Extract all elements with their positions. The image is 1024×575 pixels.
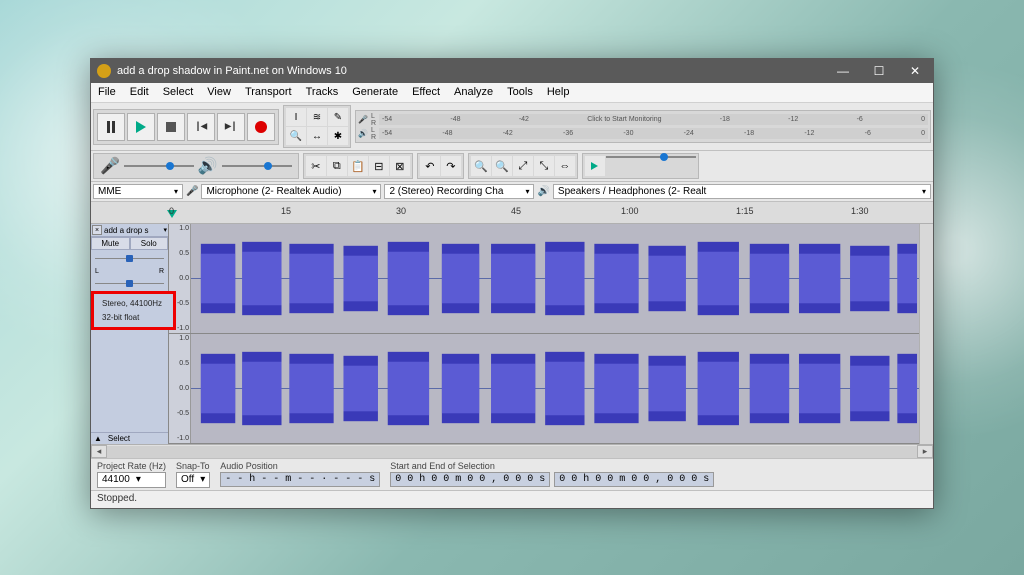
stop-button[interactable] — [157, 113, 185, 141]
mic-icon: 🎤 — [358, 115, 368, 124]
track-format-info-highlighted: Stereo, 44100Hz 32-bit float — [91, 291, 176, 330]
menu-transport[interactable]: Transport — [238, 83, 299, 102]
waveform-canvas-left[interactable] — [191, 224, 919, 333]
undo-button[interactable]: ↶ — [420, 156, 440, 176]
menu-analyze[interactable]: Analyze — [447, 83, 500, 102]
trim-button[interactable]: ⊟ — [369, 156, 389, 176]
horizontal-scrollbar[interactable] — [91, 444, 933, 458]
mic-icon: 🎤 — [186, 186, 198, 197]
close-button[interactable]: ✕ — [897, 59, 933, 83]
record-button[interactable] — [247, 113, 275, 141]
gain-slider[interactable] — [95, 253, 164, 265]
zoom-tool[interactable]: 🔍 — [286, 127, 306, 145]
recording-meter[interactable]: 🎤 LR -54-48-42 Click to Start Monitoring… — [355, 110, 931, 143]
playback-meter[interactable]: -54-48-42-36-30-24-18-12-60 — [379, 128, 928, 139]
bit-depth-label: 32-bit float — [100, 311, 167, 325]
audio-host-select[interactable]: MME — [93, 184, 183, 199]
status-text: Stopped. — [97, 493, 137, 504]
fit-project-button[interactable]: ⤡ — [534, 156, 554, 176]
menu-help[interactable]: Help — [540, 83, 577, 102]
multi-tool[interactable]: ✱ — [328, 127, 348, 145]
menu-edit[interactable]: Edit — [123, 83, 156, 102]
menu-view[interactable]: View — [200, 83, 238, 102]
status-bar: Stopped. — [91, 490, 933, 508]
vertical-scrollbar[interactable] — [919, 224, 933, 444]
menu-tracks[interactable]: Tracks — [299, 83, 346, 102]
collapse-button[interactable]: ▲ — [91, 433, 105, 444]
menu-generate[interactable]: Generate — [345, 83, 405, 102]
transport-toolbar-row: |◀ ▶| I ≋ ✎ 🔍 ↔ ✱ 🎤 LR -54-48-42 Click t… — [91, 103, 933, 151]
zoom-out-button[interactable]: 🔍 — [492, 156, 512, 176]
silence-button[interactable]: ⊠ — [390, 156, 410, 176]
edit-toolbar: ✂ ⧉ 📋 ⊟ ⊠ — [303, 153, 413, 179]
tools-palette: I ≋ ✎ 🔍 ↔ ✱ — [283, 105, 351, 148]
menubar: File Edit Select View Transport Tracks G… — [91, 83, 933, 103]
mute-button[interactable]: Mute — [91, 237, 130, 250]
speaker-icon: 🔊 — [198, 156, 218, 176]
menu-file[interactable]: File — [91, 83, 123, 102]
playback-device-select[interactable]: Speakers / Headphones (2- Realt — [553, 184, 931, 199]
track-control-panel: × add a drop s ▾ Mute Solo LR Stereo, 44… — [91, 224, 169, 444]
menu-effect[interactable]: Effect — [405, 83, 447, 102]
selection-toolbar: Project Rate (Hz) 44100 ▾ Snap-To Off ▾ … — [91, 458, 933, 490]
recording-channels-select[interactable]: 2 (Stereo) Recording Cha — [384, 184, 534, 199]
speaker-icon: 🔊 — [537, 186, 549, 197]
selection-tool[interactable]: I — [286, 108, 306, 126]
project-rate-label: Project Rate (Hz) — [97, 461, 166, 471]
audio-position-label: Audio Position — [220, 461, 380, 471]
app-window: add a drop shadow in Paint.net on Window… — [90, 58, 934, 509]
titlebar[interactable]: add a drop shadow in Paint.net on Window… — [91, 59, 933, 83]
solo-button[interactable]: Solo — [130, 237, 169, 250]
mixer-toolbar-row: 🎤 🔊 ✂ ⧉ 📋 ⊟ ⊠ ↶ ↷ 🔍 🔍 ⤢ ⤡ ⇔ — [91, 151, 933, 182]
play-at-speed-button[interactable] — [585, 156, 605, 176]
select-track-button[interactable]: Select — [105, 433, 133, 444]
window-title: add a drop shadow in Paint.net on Window… — [117, 65, 347, 77]
maximize-button[interactable]: ☐ — [861, 59, 897, 83]
skip-end-button[interactable]: ▶| — [217, 113, 245, 141]
paste-button[interactable]: 📋 — [348, 156, 368, 176]
zoom-in-button[interactable]: 🔍 — [471, 156, 491, 176]
menu-tools[interactable]: Tools — [500, 83, 540, 102]
draw-tool[interactable]: ✎ — [328, 108, 348, 126]
fit-selection-button[interactable]: ⤢ — [513, 156, 533, 176]
sample-rate-label: Stereo, 44100Hz — [100, 297, 167, 311]
selection-end-input[interactable]: 0 0 h 0 0 m 0 0 , 0 0 0 s — [554, 472, 714, 487]
pause-button[interactable] — [97, 113, 125, 141]
device-toolbar: MME 🎤 Microphone (2- Realtek Audio) 2 (S… — [91, 182, 933, 202]
play-button[interactable] — [127, 113, 155, 141]
cut-button[interactable]: ✂ — [306, 156, 326, 176]
tracks-area: × add a drop s ▾ Mute Solo LR Stereo, 44… — [91, 224, 933, 444]
track-name[interactable]: add a drop s — [102, 226, 163, 235]
speaker-icon: 🔊 — [358, 129, 368, 138]
timeline-ruler[interactable]: 0 15 30 45 1:00 1:15 1:30 — [91, 202, 933, 224]
waveform-right-channel[interactable]: 1.0 0.5 0.0 -0.5 -1.0 — [169, 334, 919, 444]
selection-start-input[interactable]: 0 0 h 0 0 m 0 0 , 0 0 0 s — [390, 472, 550, 487]
timeshift-tool[interactable]: ↔ — [307, 127, 327, 145]
selection-label: Start and End of Selection — [390, 461, 714, 471]
skip-start-button[interactable]: |◀ — [187, 113, 215, 141]
transport-controls: |◀ ▶| — [93, 109, 279, 145]
app-icon — [97, 64, 111, 78]
redo-button[interactable]: ↷ — [441, 156, 461, 176]
track-menu-dropdown[interactable]: ▾ — [163, 226, 167, 234]
minimize-button[interactable]: — — [825, 59, 861, 83]
snap-to-select[interactable]: Off ▾ — [176, 472, 210, 488]
copy-button[interactable]: ⧉ — [327, 156, 347, 176]
project-rate-select[interactable]: 44100 ▾ — [97, 472, 166, 488]
zoom-toggle-button[interactable]: ⇔ — [555, 156, 575, 176]
envelope-tool[interactable]: ≋ — [307, 108, 327, 126]
recording-device-select[interactable]: Microphone (2- Realtek Audio) — [201, 184, 381, 199]
track-close-button[interactable]: × — [92, 225, 102, 235]
record-volume[interactable]: 🎤 🔊 — [93, 153, 299, 179]
waveform-left-channel[interactable]: 1.0 0.5 0.0 -0.5 -1.0 — [169, 224, 919, 334]
menu-select[interactable]: Select — [156, 83, 201, 102]
pan-slider[interactable] — [95, 278, 164, 290]
waveform-canvas-right[interactable] — [191, 334, 919, 443]
play-speed-slider[interactable] — [606, 156, 696, 158]
meter-hint: Click to Start Monitoring — [587, 116, 661, 123]
audio-position-input[interactable]: - - h - - m - - · - - - s — [220, 472, 380, 487]
mic-icon: 🎤 — [100, 156, 120, 176]
snap-to-label: Snap-To — [176, 461, 210, 471]
